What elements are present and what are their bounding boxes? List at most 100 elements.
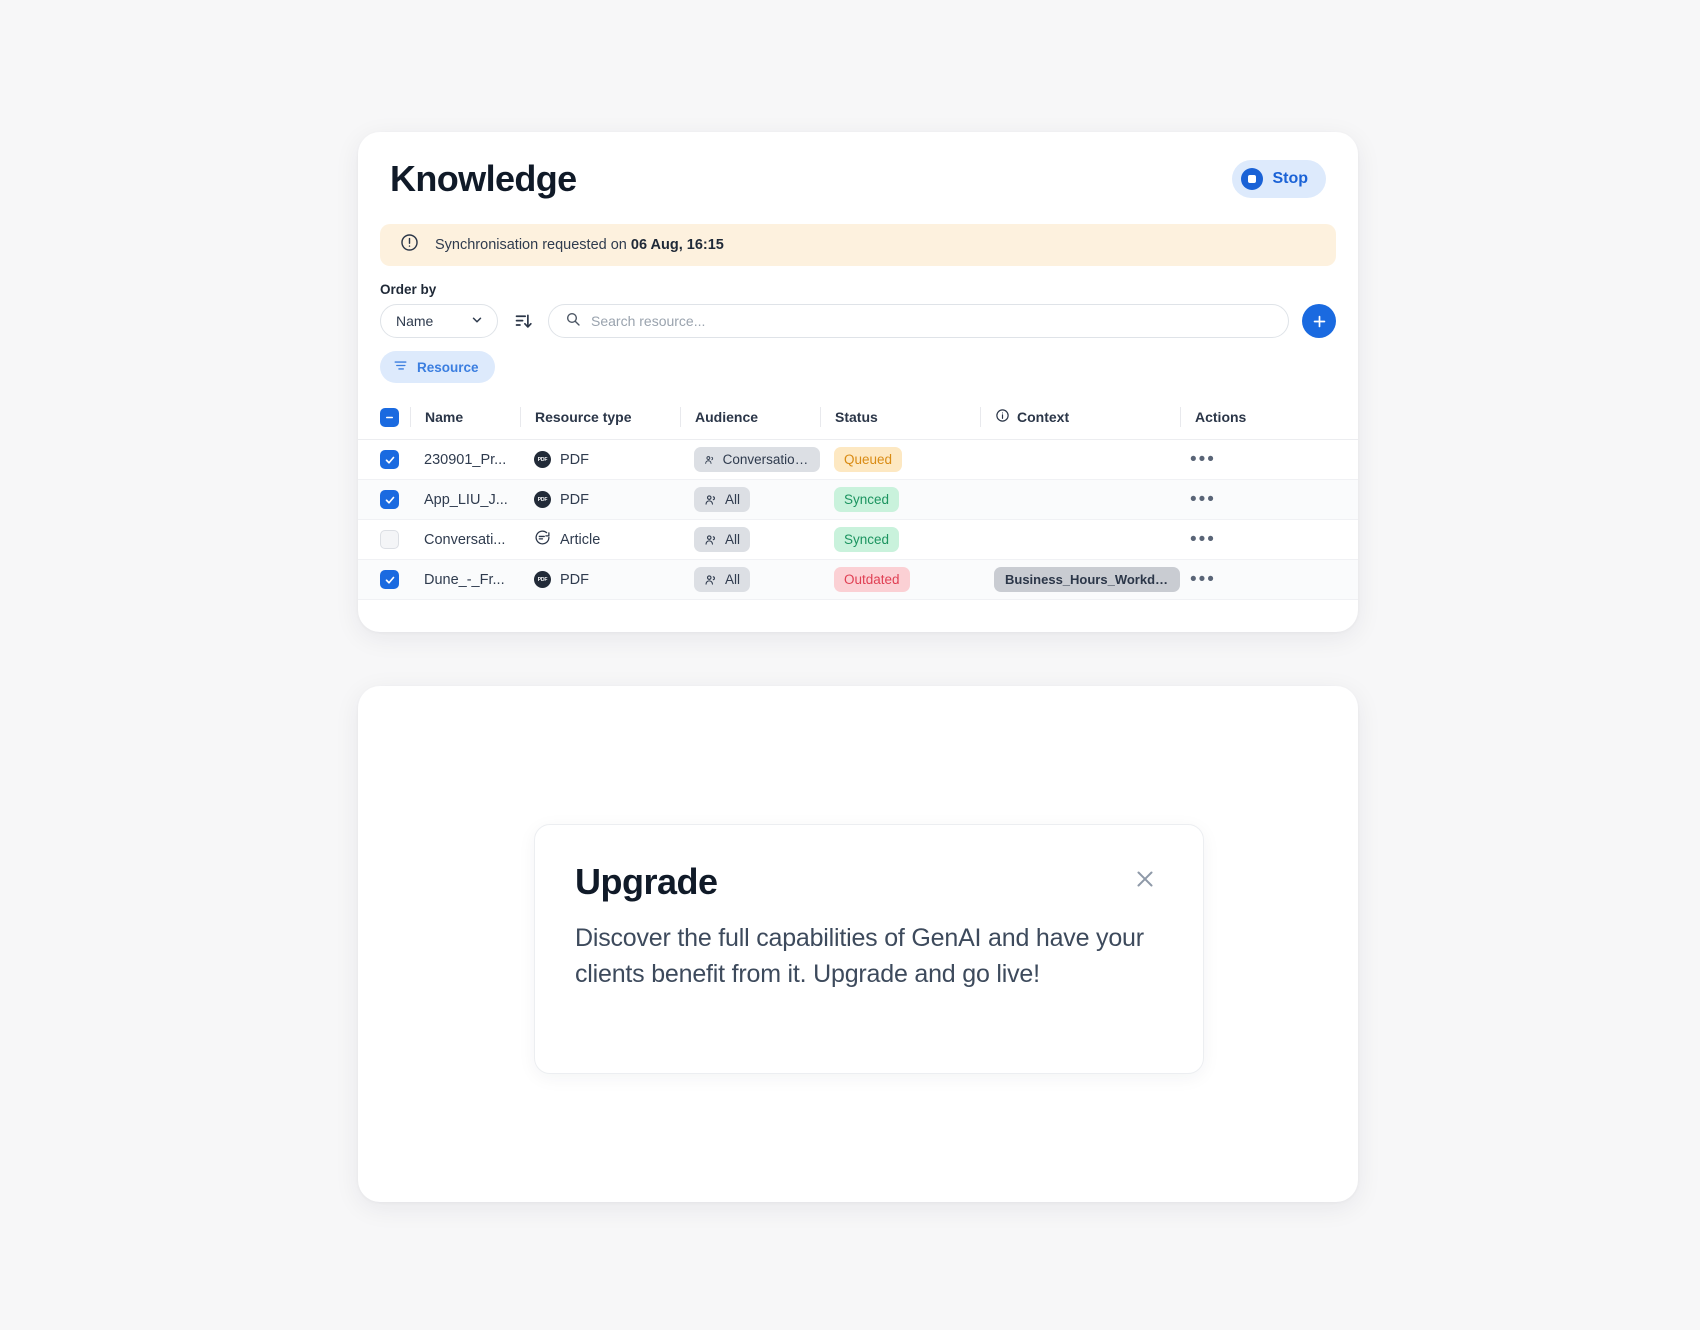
- order-by-select[interactable]: Name: [380, 304, 498, 338]
- pdf-icon: PDF: [534, 491, 551, 508]
- row-audience-cell: All: [680, 519, 820, 560]
- stop-button-label: Stop: [1272, 170, 1308, 187]
- row-checkbox[interactable]: [380, 490, 399, 509]
- add-resource-button[interactable]: [1302, 304, 1336, 338]
- resource-name: Dune_-_Fr...: [424, 571, 505, 588]
- more-horizontal-icon[interactable]: •••: [1190, 454, 1216, 465]
- context-chip: Business_Hours_Workday...: [994, 567, 1180, 592]
- column-label: Audience: [695, 409, 759, 425]
- row-status-cell: Queued: [820, 439, 980, 480]
- row-audience-cell: Conversational ...: [680, 439, 820, 480]
- audience-chip: All: [694, 527, 751, 552]
- column-label: Actions: [1195, 409, 1247, 425]
- row-type-cell: PDF PDF: [520, 439, 680, 480]
- status-badge: Synced: [834, 527, 900, 552]
- table-header-row: Name Resource type Audience Status Conte…: [358, 401, 1358, 440]
- table-row[interactable]: App_LIU_J... PDF PDF All Synced •••: [358, 479, 1358, 520]
- toolbar-row: Name: [380, 304, 1336, 338]
- resources-table: Name Resource type Audience Status Conte…: [358, 401, 1358, 600]
- sync-banner: Synchronisation requested on 06 Aug, 16:…: [380, 224, 1336, 266]
- select-all-header: [358, 401, 410, 440]
- row-select-cell: [358, 439, 410, 480]
- audience-label: All: [725, 572, 741, 587]
- more-horizontal-icon[interactable]: •••: [1190, 494, 1216, 505]
- row-name-cell: Dune_-_Fr...: [410, 559, 520, 600]
- row-context-cell: Business_Hours_Workday...: [980, 559, 1180, 600]
- close-icon[interactable]: [1127, 861, 1163, 897]
- resource-type: PDF: [560, 571, 589, 588]
- search-input[interactable]: [591, 313, 1272, 329]
- search-icon: [565, 311, 581, 332]
- column-header-context[interactable]: Context: [980, 401, 1180, 440]
- column-header-actions: Actions: [1180, 401, 1358, 440]
- row-type-cell: PDF PDF: [520, 479, 680, 520]
- audience-chip: All: [694, 567, 751, 592]
- row-status-cell: Synced: [820, 519, 980, 560]
- more-horizontal-icon[interactable]: •••: [1190, 534, 1216, 545]
- sync-banner-text: Synchronisation requested on 06 Aug, 16:…: [435, 237, 724, 253]
- select-all-checkbox[interactable]: [380, 407, 399, 427]
- row-select-cell: [358, 559, 410, 600]
- row-checkbox[interactable]: [380, 530, 399, 549]
- row-context-cell: [980, 479, 1180, 520]
- pdf-icon: PDF: [534, 571, 551, 588]
- upgrade-card: Upgrade Discover the full capabilities o…: [358, 686, 1358, 1202]
- table-row[interactable]: Conversati... Article All Synced •••: [358, 519, 1358, 560]
- more-horizontal-icon[interactable]: •••: [1190, 574, 1216, 585]
- filter-chip-label: Resource: [417, 359, 479, 375]
- resource-name: App_LIU_J...: [424, 491, 508, 508]
- table-row[interactable]: 230901_Pr... PDF PDF Conversational ... Q…: [358, 439, 1358, 480]
- column-label: Resource type: [535, 409, 632, 425]
- article-icon: [534, 529, 551, 550]
- audience-chip: Conversational ...: [694, 447, 820, 472]
- row-type-cell: Article: [520, 519, 680, 560]
- row-name-cell: App_LIU_J...: [410, 479, 520, 520]
- sync-banner-prefix: Synchronisation requested on: [435, 237, 631, 253]
- upgrade-modal-header: Upgrade: [575, 861, 1163, 903]
- row-context-cell: [980, 439, 1180, 480]
- row-name-cell: 230901_Pr...: [410, 439, 520, 480]
- search-field[interactable]: [548, 304, 1289, 338]
- resource-type: Article: [560, 531, 601, 548]
- column-label: Name: [425, 409, 464, 425]
- upgrade-title: Upgrade: [575, 861, 718, 902]
- alert-circle-icon: [400, 233, 419, 257]
- column-header-resource-type[interactable]: Resource type: [520, 401, 680, 440]
- column-header-name[interactable]: Name: [410, 401, 520, 440]
- row-checkbox[interactable]: [380, 570, 399, 589]
- page-title: Knowledge: [390, 158, 577, 199]
- table-body: 230901_Pr... PDF PDF Conversational ... Q…: [358, 439, 1358, 600]
- row-audience-cell: All: [680, 559, 820, 600]
- filter-chip-resource[interactable]: Resource: [380, 351, 495, 383]
- column-label: Context: [1017, 409, 1070, 425]
- audience-label: All: [725, 492, 741, 507]
- row-actions-cell: •••: [1180, 439, 1358, 480]
- audience-label: All: [725, 532, 741, 547]
- row-actions-cell: •••: [1180, 559, 1358, 600]
- order-by-value: Name: [396, 313, 434, 329]
- toolbar: Order by Name: [358, 266, 1358, 338]
- upgrade-body-text: Discover the full capabilities of GenAI …: [575, 924, 1144, 988]
- column-label: Status: [835, 409, 878, 425]
- column-header-status[interactable]: Status: [820, 401, 980, 440]
- sync-banner-timestamp: 06 Aug, 16:15: [630, 237, 724, 253]
- row-actions-cell: •••: [1180, 519, 1358, 560]
- stop-button[interactable]: Stop: [1232, 160, 1326, 198]
- status-badge: Outdated: [834, 567, 910, 592]
- column-header-audience[interactable]: Audience: [680, 401, 820, 440]
- app-root: Knowledge Stop Synchronisation requested…: [0, 0, 1700, 1330]
- info-circle-icon: [995, 408, 1010, 426]
- audience-label: Conversational ...: [722, 452, 810, 467]
- chevron-down-icon: [470, 313, 484, 330]
- row-checkbox[interactable]: [380, 450, 399, 469]
- status-badge: Queued: [834, 447, 903, 472]
- order-by-label: Order by: [380, 282, 437, 297]
- row-type-cell: PDF PDF: [520, 559, 680, 600]
- upgrade-modal: Upgrade Discover the full capabilities o…: [534, 824, 1204, 1074]
- resource-name: Conversati...: [424, 531, 506, 548]
- table-row[interactable]: Dune_-_Fr... PDF PDF All Outdated Busines…: [358, 559, 1358, 600]
- row-actions-cell: •••: [1180, 479, 1358, 520]
- filter-icon: [393, 358, 408, 376]
- row-status-cell: Synced: [820, 479, 980, 520]
- sort-descending-icon[interactable]: [511, 308, 535, 334]
